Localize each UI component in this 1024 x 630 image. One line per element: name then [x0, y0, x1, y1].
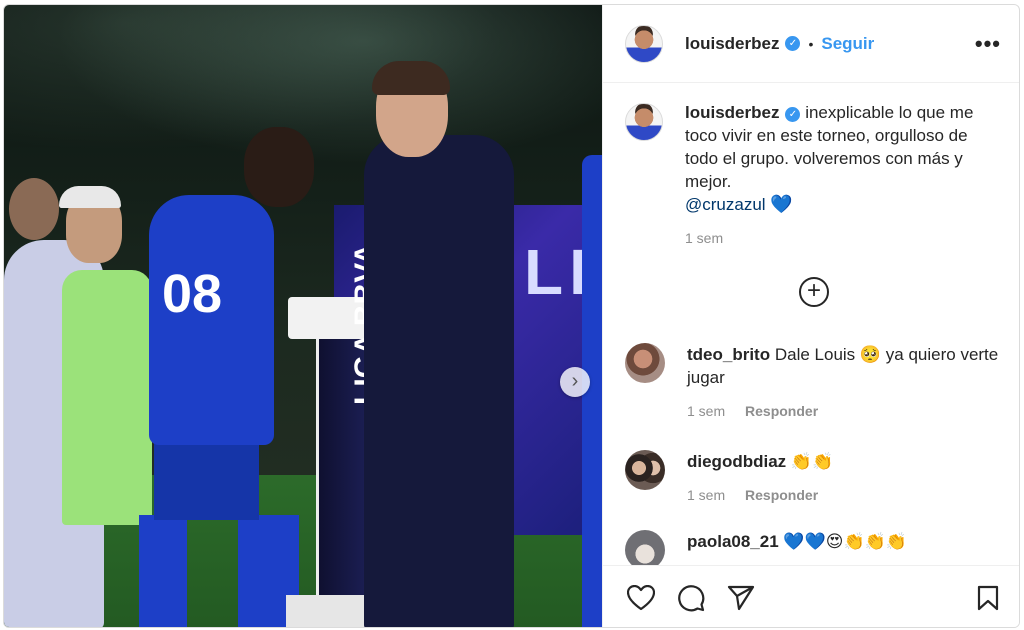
separator-dot: •	[808, 35, 814, 52]
comment-avatar[interactable]	[625, 530, 665, 570]
comment-item: diegodbdiaz 👏👏 1 sem Responder	[625, 450, 1005, 507]
reply-button[interactable]: Responder	[745, 403, 818, 419]
post-photo[interactable]: LIG 08 LIGA BBVA ›	[4, 5, 602, 627]
comment-username[interactable]: diegodbdiaz	[687, 452, 786, 471]
action-bar	[603, 565, 1019, 627]
verified-badge-icon: ✓	[785, 36, 801, 51]
comment-text: 💙💙😍👏👏👏	[783, 532, 907, 551]
comment-button[interactable]	[675, 582, 707, 614]
caption-body: louisderbez ✓ inexplicable lo que me toco…	[685, 101, 1005, 250]
comment-item: tdeo_brito Dale Louis 🥺 ya quiero verte …	[625, 343, 1005, 423]
caption-time[interactable]: 1 sem	[685, 230, 723, 246]
official-hair	[372, 61, 450, 95]
verified-badge-icon: ✓	[785, 107, 801, 122]
comment-username[interactable]: tdeo_brito	[687, 345, 770, 364]
official-in-suit	[364, 135, 514, 627]
person-left-head	[9, 178, 59, 240]
heart-outline-icon	[627, 584, 655, 610]
load-more-comments-icon[interactable]: +	[799, 277, 829, 307]
comment-bubble-icon	[678, 584, 705, 611]
jersey-number: 08	[162, 264, 223, 324]
player-head	[244, 127, 314, 207]
caption-meta: 1 sem	[685, 227, 1005, 250]
post-sidebar: louisderbez ✓ • Seguir ••• louisderbez ✓ …	[602, 5, 1019, 627]
carousel-next-button[interactable]: ›	[560, 367, 590, 397]
bookmark-icon	[977, 585, 999, 610]
share-button[interactable]	[725, 582, 757, 614]
comment-meta: 1 sem Responder	[687, 400, 1005, 423]
author-avatar[interactable]	[625, 24, 663, 63]
comment-time[interactable]: 1 sem	[687, 403, 725, 419]
author-username[interactable]: louisderbez	[685, 34, 779, 54]
comment-time[interactable]: 1 sem	[687, 487, 725, 503]
follow-button[interactable]: Seguir	[821, 34, 874, 54]
blue-heart-emoji: 💙	[770, 194, 793, 214]
player-legs	[139, 515, 299, 627]
caption-username[interactable]: louisderbez	[685, 103, 779, 122]
comment-avatar[interactable]	[625, 343, 665, 383]
comment-item: paola08_21 💙💙😍👏👏👏	[625, 530, 1005, 570]
save-button[interactable]	[972, 582, 1004, 614]
caption-avatar[interactable]	[625, 103, 663, 141]
comment-avatar[interactable]	[625, 450, 665, 490]
caption-mention[interactable]: @cruzazul	[685, 195, 766, 214]
post-header: louisderbez ✓ • Seguir •••	[603, 5, 1019, 83]
like-button[interactable]	[625, 582, 657, 614]
comment-text: 👏👏	[790, 452, 834, 471]
paper-plane-icon	[727, 585, 755, 610]
instagram-post: LIG 08 LIGA BBVA › louisderbez ✓ • Segui…	[3, 4, 1020, 628]
person-green-cap	[59, 186, 121, 208]
caption: louisderbez ✓ inexplicable lo que me toco…	[625, 101, 1005, 250]
more-options-icon[interactable]: •••	[975, 31, 1001, 57]
person-green-vest	[62, 270, 152, 525]
comment-meta: 1 sem Responder	[687, 484, 833, 507]
comment-username[interactable]: paola08_21	[687, 532, 779, 551]
reply-button[interactable]: Responder	[745, 487, 818, 503]
